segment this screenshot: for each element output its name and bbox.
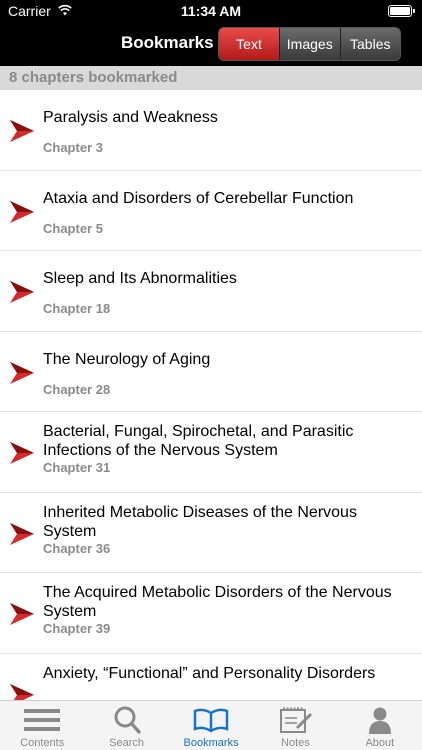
- tab-search[interactable]: Search: [84, 701, 168, 750]
- bookmark-row[interactable]: The Neurology of Aging Chapter 28: [0, 332, 422, 412]
- person-icon: [368, 707, 391, 734]
- bookmark-arrow-icon: [10, 200, 34, 223]
- bookmark-row[interactable]: Ataxia and Disorders of Cerebellar Funct…: [0, 171, 422, 251]
- tab-label: Contents: [20, 737, 65, 749]
- bookmark-title: The Neurology of Aging: [43, 350, 211, 368]
- bookmark-chapter: Chapter 39: [43, 621, 111, 636]
- bookmark-chapter: Chapter 3: [43, 140, 103, 155]
- bookmark-row[interactable]: Anxiety, “Functional” and Personality Di…: [0, 654, 422, 700]
- navigation-bar: Bookmarks Text Images Tables: [0, 22, 422, 66]
- search-icon: [114, 706, 141, 734]
- bookmark-list[interactable]: Paralysis and Weakness Chapter 3 Ataxia an…: [0, 90, 422, 700]
- bookmark-title: Bacterial, Fungal, Spirochetal, and Para…: [43, 423, 354, 459]
- tab-label: Notes: [281, 737, 310, 749]
- status-bar: Carrier 11:34 AM: [0, 0, 422, 22]
- bookmark-title: The Acquired Metabolic Disorders of the …: [43, 584, 392, 620]
- tab-contents[interactable]: Contents: [0, 701, 84, 750]
- bookmark-title: Anxiety, “Functional” and Personality Di…: [43, 664, 376, 682]
- segment-tables[interactable]: Tables: [339, 28, 400, 60]
- content-type-segmented-control: Text Images Tables: [218, 27, 401, 61]
- bookmark-chapter: Chapter 28: [43, 381, 111, 397]
- bookmark-arrow-icon: [10, 442, 34, 464]
- tab-about[interactable]: About: [338, 701, 422, 750]
- bookmark-title: Inherited Metabolic Diseases of the Nerv…: [43, 503, 357, 540]
- tab-bookmarks[interactable]: Bookmarks: [169, 701, 253, 750]
- segment-text[interactable]: Text: [219, 28, 279, 60]
- bookmark-chapter: Chapter 36: [43, 540, 111, 556]
- tab-label: Bookmarks: [183, 737, 239, 749]
- notepad-icon: [280, 707, 313, 733]
- bookmark-row[interactable]: Bacterial, Fungal, Spirochetal, and Para…: [0, 412, 422, 493]
- bookmark-row[interactable]: Paralysis and Weakness Chapter 3: [0, 90, 422, 171]
- bookmark-title: Ataxia and Disorders of Cerebellar Funct…: [43, 189, 354, 207]
- bookmark-arrow-icon: [10, 281, 34, 303]
- bookmark-chapter: Chapter 31: [43, 460, 111, 475]
- bookmark-arrow-icon: [10, 603, 34, 625]
- battery-icon: [388, 5, 415, 17]
- list-icon: [24, 709, 61, 731]
- bookmark-title: Sleep and Its Abnormalities: [43, 270, 237, 287]
- bookmark-row[interactable]: The Acquired Metabolic Disorders of the …: [0, 573, 422, 654]
- tab-notes[interactable]: Notes: [253, 701, 337, 750]
- bookmark-chapter: Chapter 18: [43, 301, 111, 316]
- tab-bar: Contents Search Bookmarks Notes About: [0, 700, 422, 750]
- tab-label: About: [365, 737, 395, 749]
- bookmark-arrow-icon: [10, 120, 34, 142]
- bookmark-count-header: 8 chapters bookmarked: [0, 66, 422, 90]
- page-title: Bookmarks: [121, 33, 214, 52]
- clock: 11:34 AM: [180, 3, 242, 19]
- bookmark-row[interactable]: Sleep and Its Abnormalities Chapter 18: [0, 251, 422, 332]
- bookmark-arrow-icon: [10, 522, 34, 545]
- segment-images[interactable]: Images: [279, 28, 340, 60]
- book-icon: [193, 708, 229, 733]
- bookmark-chapter: Chapter 5: [43, 220, 103, 236]
- bookmark-arrow-icon: [10, 683, 34, 700]
- bookmark-title: Paralysis and Weakness: [43, 109, 218, 126]
- tab-label: Search: [109, 737, 145, 749]
- bookmark-arrow-icon: [10, 361, 34, 384]
- bookmark-row[interactable]: Inherited Metabolic Diseases of the Nerv…: [0, 493, 422, 573]
